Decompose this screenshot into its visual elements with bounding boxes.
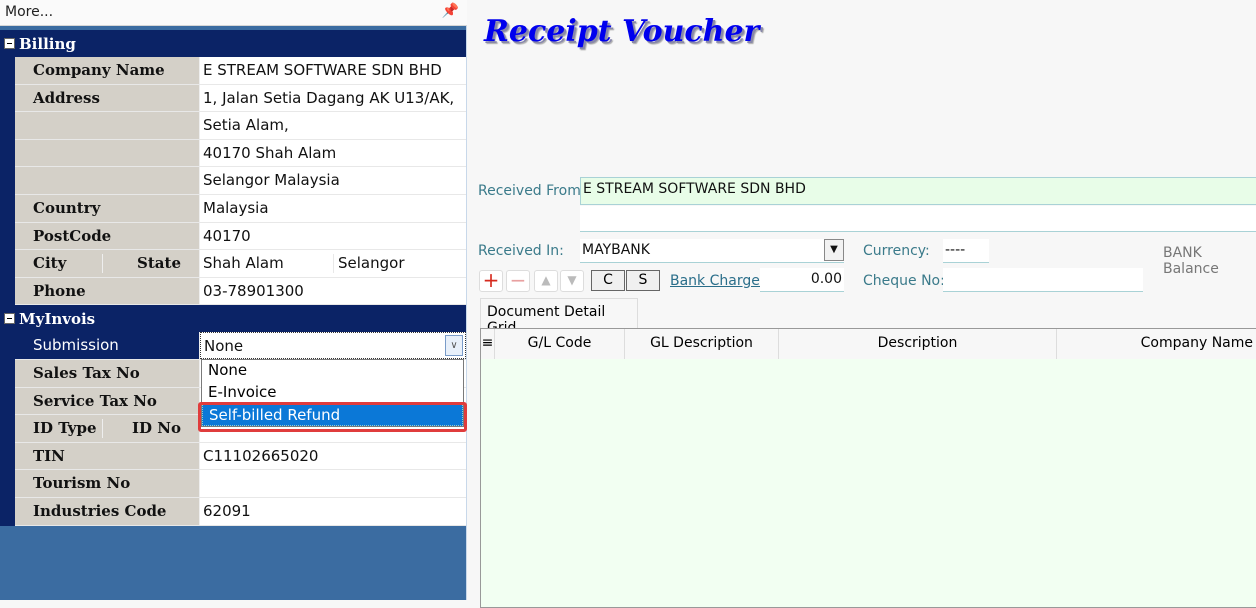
document-detail-grid[interactable]: ≡ G/L Code GL Description Description Co…	[480, 328, 1256, 608]
row-submission[interactable]: Submission None ∨	[15, 332, 466, 360]
bank-balance-label: BANK Balance	[1163, 245, 1219, 277]
bank-charge-link[interactable]: Bank Charge:	[670, 273, 765, 289]
chevron-down-icon[interactable]: ∨	[445, 335, 463, 357]
remove-icon[interactable]: −	[506, 270, 530, 292]
row-postcode[interactable]: PostCode 40170	[15, 222, 466, 251]
row-tin[interactable]: TIN C11102665020	[15, 442, 466, 471]
tab-document-detail-grid[interactable]: Document Detail Grid	[480, 298, 638, 336]
row-company-name[interactable]: Company Name E STREAM SOFTWARE SDN BHD	[15, 57, 466, 85]
page-title: Receipt Voucher	[484, 14, 760, 49]
property-grid: Billing Company Name E STREAM SOFTWARE SD…	[0, 30, 466, 526]
row-phone[interactable]: Phone 03-78901300	[15, 277, 466, 306]
properties-panel: More... 📌 Billing Company Name E STREAM S…	[0, 0, 467, 600]
add-icon[interactable]: +	[479, 270, 503, 292]
row-city-state[interactable]: City State Shah Alam Selangor	[15, 250, 466, 278]
column-description[interactable]: Description	[779, 329, 1057, 359]
grid-header: ≡ G/L Code GL Description Description Co…	[481, 329, 1256, 359]
s-button[interactable]: S	[626, 270, 660, 291]
highlight-annotation	[198, 402, 467, 432]
state-value[interactable]: Selangor	[334, 254, 404, 273]
option-none[interactable]: None	[202, 360, 463, 382]
category-myinvois[interactable]: MyInvois	[0, 305, 466, 332]
row-address-4[interactable]: Selangor Malaysia	[15, 167, 466, 195]
row-country[interactable]: Country Malaysia	[15, 194, 466, 223]
column-company-name[interactable]: Company Name	[1057, 329, 1256, 359]
row-address-2[interactable]: Setia Alam,	[15, 112, 466, 140]
cheque-no-field[interactable]	[943, 268, 1143, 292]
move-down-icon[interactable]: ▼	[560, 270, 584, 292]
pin-icon[interactable]: 📌	[442, 3, 459, 19]
row-industries[interactable]: Industries Code 62091	[15, 497, 466, 526]
category-billing[interactable]: Billing	[0, 30, 466, 57]
received-from-line2[interactable]	[580, 206, 1256, 232]
bank-charge-field[interactable]: 0.00	[760, 268, 844, 292]
currency-field[interactable]: ----	[943, 239, 989, 263]
row-tourism[interactable]: Tourism No	[15, 470, 466, 498]
grid-menu-icon[interactable]: ≡	[481, 329, 495, 359]
c-button[interactable]: C	[591, 270, 625, 291]
move-up-icon[interactable]: ▲	[534, 270, 558, 292]
city-value[interactable]: Shah Alam	[203, 254, 334, 273]
option-e-invoice[interactable]: E-Invoice	[202, 382, 463, 404]
received-from-field[interactable]: E STREAM SOFTWARE SDN BHD	[580, 177, 1256, 205]
dropdown-arrow-icon[interactable]: ▼	[824, 239, 844, 261]
more-label[interactable]: More...	[5, 4, 53, 20]
row-address-3[interactable]: 40170 Shah Alam	[15, 139, 466, 168]
submission-select[interactable]: None ∨	[200, 332, 466, 359]
column-gl-description[interactable]: GL Description	[625, 329, 779, 359]
collapse-icon[interactable]	[4, 313, 15, 325]
collapse-icon[interactable]	[4, 38, 15, 49]
column-gl-code[interactable]: G/L Code	[495, 329, 625, 359]
receipt-voucher-form: Receipt Voucher Received From: E STREAM …	[468, 0, 1256, 608]
more-bar[interactable]: More... 📌	[0, 0, 467, 26]
row-address-1[interactable]: Address 1, Jalan Setia Dagang AK U13/AK,	[15, 84, 466, 113]
received-in-select[interactable]: MAYBANK ▼	[580, 239, 844, 263]
